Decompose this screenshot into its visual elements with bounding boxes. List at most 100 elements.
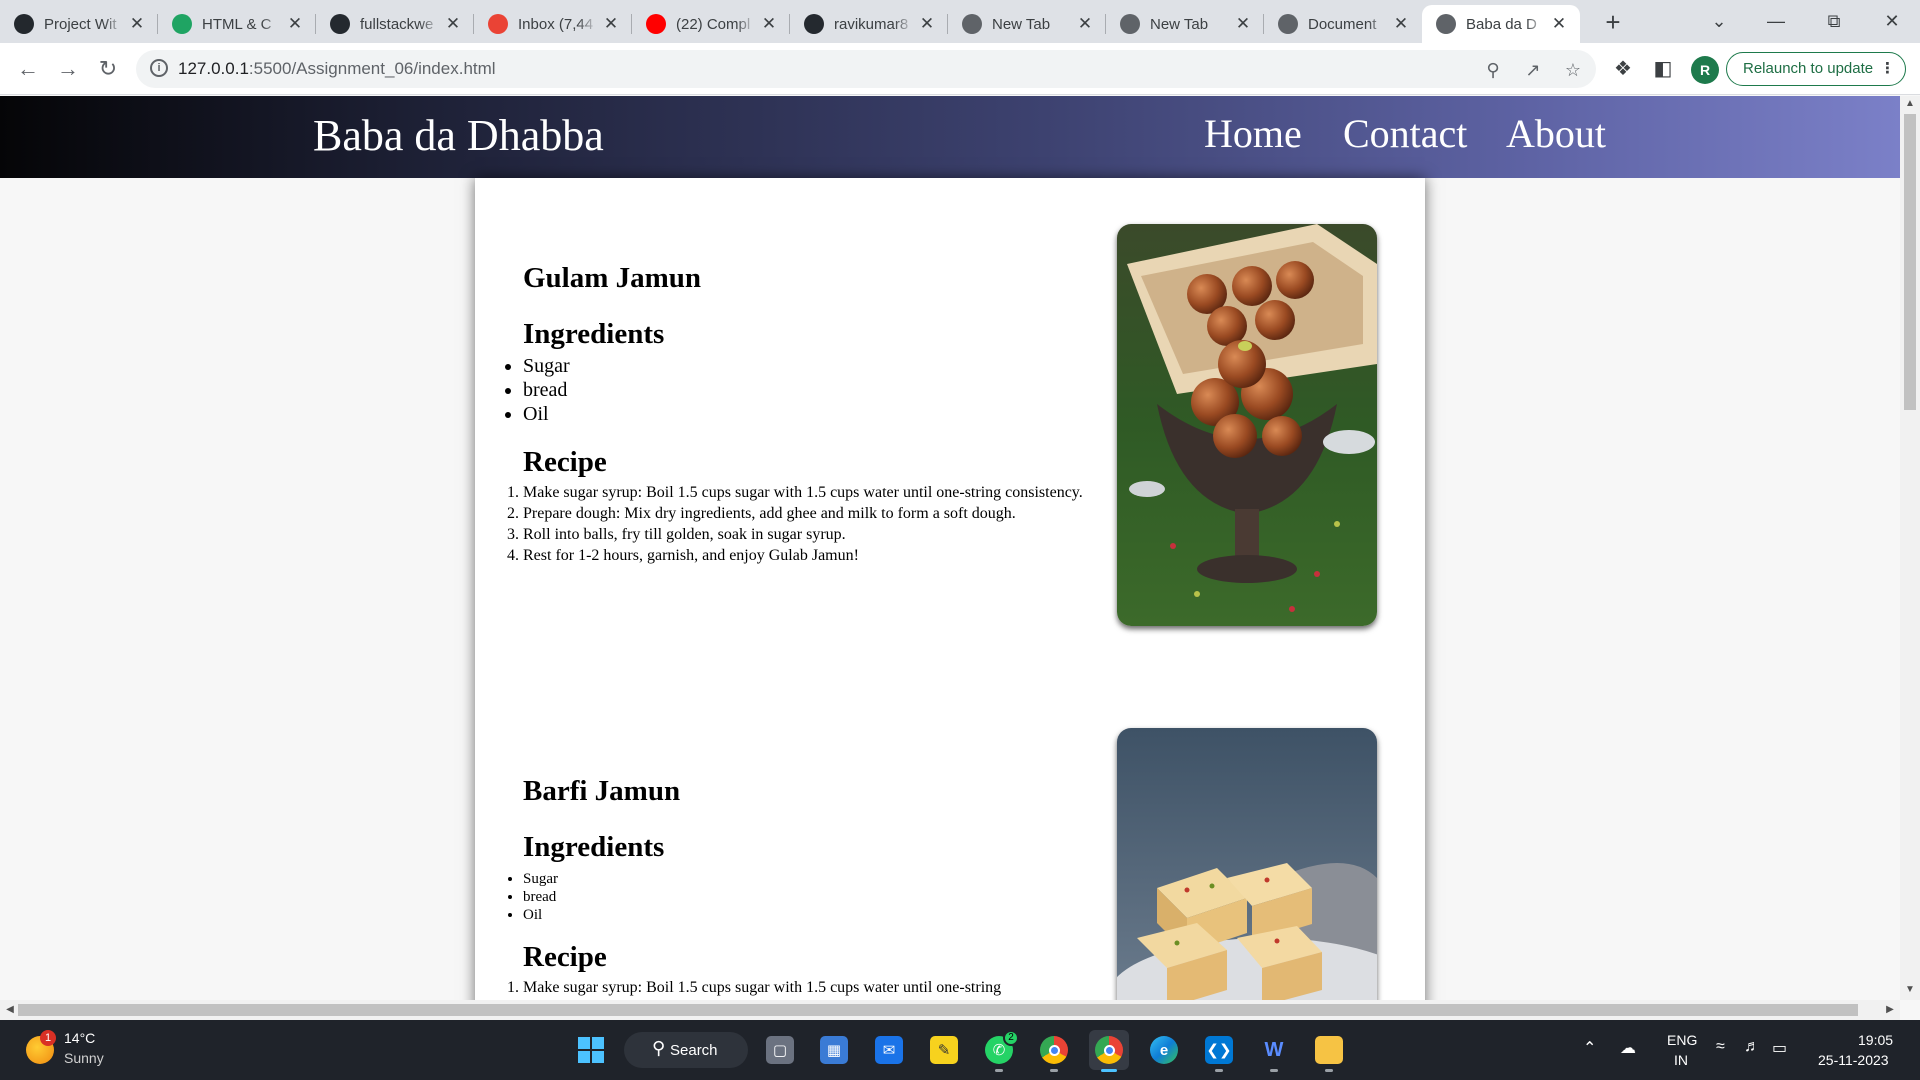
taskbar-search-box[interactable]: ⚲ Search xyxy=(624,1032,748,1068)
google-drive-icon xyxy=(172,14,192,34)
taskbar-app-whatsapp[interactable]: ✆ 2 xyxy=(979,1030,1019,1072)
horizontal-scroll-thumb[interactable] xyxy=(18,1004,1858,1016)
tab-close-icon[interactable]: ✕ xyxy=(1392,15,1410,33)
weather-temperature[interactable]: 14°C xyxy=(64,1030,95,1046)
bookmark-star-icon[interactable]: ☆ xyxy=(1562,59,1584,81)
ingredient-item: Sugar xyxy=(523,870,1083,888)
globe-icon xyxy=(1436,14,1456,34)
ingredient-item: Sugar xyxy=(523,354,1083,378)
site-info-icon[interactable]: i xyxy=(150,59,168,77)
page-viewport: Baba da Dhabba Home Contact About Gulam … xyxy=(0,96,1900,1000)
search-label: Search xyxy=(670,1041,718,1059)
tab-search-chevron-icon[interactable]: ⌄ xyxy=(1691,0,1747,43)
taskbar-app-sticky-notes[interactable]: ✎ xyxy=(924,1030,964,1070)
taskbar-app-vscode[interactable]: ❮❯ xyxy=(1199,1030,1239,1072)
clock-date[interactable]: 25-11-2023 xyxy=(1818,1052,1889,1068)
start-button[interactable] xyxy=(571,1030,611,1070)
nav-link-about[interactable]: About xyxy=(1506,110,1606,157)
weather-description[interactable]: Sunny xyxy=(64,1050,104,1066)
nav-link-home[interactable]: Home xyxy=(1204,110,1302,157)
tab-title: ravikumar8 xyxy=(834,15,909,33)
browser-tab[interactable]: fullstackwe ✕ xyxy=(316,5,474,43)
taskbar-app-mail[interactable]: ✉ xyxy=(869,1030,909,1070)
recipe-steps-list: Make sugar syrup: Boil 1.5 cups sugar wi… xyxy=(523,977,1083,998)
chrome-icon xyxy=(1120,14,1140,34)
taskbar-app-file-explorer[interactable] xyxy=(1309,1030,1349,1072)
browser-tab[interactable]: Project Wit ✕ xyxy=(0,5,158,43)
ingredients-list: Sugar bread Oil xyxy=(523,354,1083,426)
windows-logo-icon xyxy=(578,1037,604,1063)
gmail-icon xyxy=(488,14,508,34)
restore-button[interactable]: ⧉ xyxy=(1806,0,1862,43)
browser-tab-strip: Project Wit ✕ HTML & C ✕ fullstackwe ✕ Inbox (… xyxy=(0,0,1920,43)
vertical-scroll-thumb[interactable] xyxy=(1904,114,1916,410)
browser-tab[interactable]: Document ✕ xyxy=(1264,5,1422,43)
chrome-menu-icon[interactable]: ⋮ xyxy=(1880,53,1895,85)
tab-close-icon[interactable]: ✕ xyxy=(1550,15,1568,33)
minimize-button[interactable]: — xyxy=(1748,0,1804,43)
browser-toolbar: ← → ↻ i 127.0.0.1:5500/Assignment_06/ind… xyxy=(0,43,1920,95)
recipe-step: Prepare dough: Mix dry ingredients, add … xyxy=(523,503,1083,524)
battery-icon[interactable]: ▭ xyxy=(1772,1038,1787,1058)
url-text[interactable]: 127.0.0.1:5500/Assignment_06/index.html xyxy=(178,59,496,79)
browser-tab[interactable]: Baba da D ✕ xyxy=(1422,5,1580,43)
browser-tab[interactable]: Inbox (7,44 ✕ xyxy=(474,5,632,43)
taskbar-app-w[interactable]: W xyxy=(1254,1030,1294,1072)
ingredients-heading: Ingredients xyxy=(523,831,665,863)
share-icon[interactable]: ↗ xyxy=(1522,59,1544,81)
reload-button[interactable]: ↻ xyxy=(92,53,124,85)
site-header: Baba da Dhabba Home Contact About xyxy=(0,96,1900,178)
new-tab-button[interactable]: + xyxy=(1598,8,1628,38)
scroll-down-arrow-icon[interactable]: ▼ xyxy=(1900,982,1920,998)
ingredient-item: bread xyxy=(523,378,1083,402)
address-bar[interactable]: i 127.0.0.1:5500/Assignment_06/index.htm… xyxy=(136,50,1596,88)
wifi-icon[interactable]: ≈ xyxy=(1716,1038,1725,1056)
back-button[interactable]: ← xyxy=(12,53,44,85)
chrome-icon xyxy=(1040,1036,1068,1064)
side-panel-icon[interactable]: ◧ xyxy=(1650,56,1676,82)
profile-avatar[interactable]: R xyxy=(1691,56,1719,84)
tab-close-icon[interactable]: ✕ xyxy=(760,15,778,33)
barfi-image xyxy=(1117,728,1377,1000)
nav-link-contact[interactable]: Contact xyxy=(1343,110,1467,157)
taskbar-app-store[interactable]: ▦ xyxy=(814,1030,854,1070)
horizontal-scrollbar[interactable]: ◀ ▶ xyxy=(0,1000,1900,1020)
clock-time[interactable]: 19:05 xyxy=(1858,1032,1893,1048)
region-indicator[interactable]: IN xyxy=(1674,1052,1688,1068)
running-indicator xyxy=(1270,1069,1278,1072)
scroll-left-arrow-icon[interactable]: ◀ xyxy=(2,1000,18,1020)
scroll-right-arrow-icon[interactable]: ▶ xyxy=(1882,1000,1898,1020)
weather-notification-badge: 1 xyxy=(40,1030,56,1046)
relaunch-to-update-button[interactable]: Relaunch to update ⋮ xyxy=(1726,52,1906,86)
ingredients-list: Sugar bread Oil xyxy=(523,870,1083,924)
show-hidden-icons-chevron-icon[interactable]: ⌃ xyxy=(1583,1038,1596,1058)
active-indicator xyxy=(1101,1069,1117,1072)
browser-tab[interactable]: HTML & C ✕ xyxy=(158,5,316,43)
tab-close-icon[interactable]: ✕ xyxy=(286,15,304,33)
edge-icon: e xyxy=(1150,1036,1178,1064)
tab-close-icon[interactable]: ✕ xyxy=(444,15,462,33)
tab-close-icon[interactable]: ✕ xyxy=(1076,15,1094,33)
browser-tab[interactable]: New Tab ✕ xyxy=(948,5,1106,43)
close-window-button[interactable]: ✕ xyxy=(1864,0,1920,43)
language-indicator[interactable]: ENG xyxy=(1667,1032,1697,1048)
taskbar-app-edge[interactable]: e xyxy=(1144,1030,1184,1070)
browser-tab[interactable]: New Tab ✕ xyxy=(1106,5,1264,43)
browser-tab[interactable]: (22) Compl ✕ xyxy=(632,5,790,43)
onedrive-cloud-icon[interactable]: ☁ xyxy=(1620,1038,1636,1058)
task-view-button[interactable]: ▢ xyxy=(760,1030,800,1070)
zoom-icon[interactable]: ⚲ xyxy=(1482,59,1504,81)
volume-icon[interactable]: ♬ xyxy=(1744,1038,1760,1056)
tab-close-icon[interactable]: ✕ xyxy=(1234,15,1252,33)
browser-tab[interactable]: ravikumar8 ✕ xyxy=(790,5,948,43)
taskbar-app-chrome-1[interactable] xyxy=(1034,1030,1074,1072)
extensions-puzzle-icon[interactable]: ❖ xyxy=(1610,56,1636,82)
scroll-up-arrow-icon[interactable]: ▲ xyxy=(1900,96,1920,112)
taskbar-app-chrome-2[interactable] xyxy=(1089,1030,1129,1072)
tab-close-icon[interactable]: ✕ xyxy=(602,15,620,33)
tab-close-icon[interactable]: ✕ xyxy=(128,15,146,33)
tab-close-icon[interactable]: ✕ xyxy=(918,15,936,33)
forward-button[interactable]: → xyxy=(52,53,84,85)
running-indicator xyxy=(1215,1069,1223,1072)
vertical-scrollbar[interactable]: ▲ ▼ xyxy=(1900,96,1920,1000)
